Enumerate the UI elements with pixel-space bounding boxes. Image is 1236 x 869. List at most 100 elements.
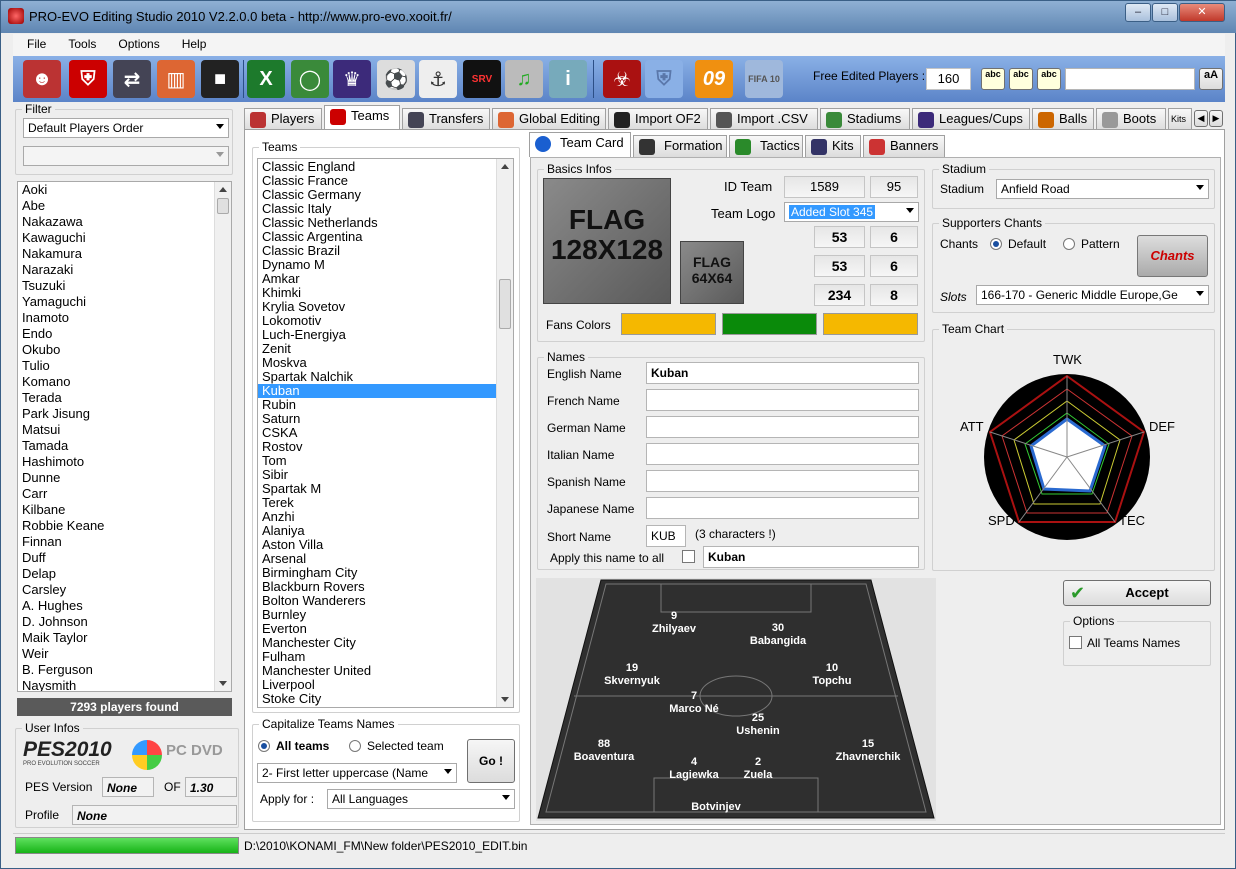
list-item[interactable]: Tulio [18,358,231,374]
server-tool-icon[interactable]: SRV [463,60,501,98]
music-tool-icon[interactable]: ♫ [505,60,543,98]
player-marker-name[interactable]: Zhilyaev [629,623,719,635]
tab-players[interactable]: Players [244,108,322,130]
fan-color-3-swatch[interactable] [823,313,918,335]
value-box-3[interactable]: 53 [814,255,865,277]
german-name-input[interactable] [646,416,919,438]
apply-for-select[interactable]: All Languages [327,789,515,809]
fan-color-2-swatch[interactable] [722,313,817,335]
list-item[interactable]: Yamaguchi [18,294,231,310]
excel-tool-icon[interactable]: X [247,60,285,98]
list-item[interactable]: Classic Netherlands [258,216,513,230]
list-item[interactable]: Hashimoto [18,454,231,470]
shield-tool-icon[interactable]: ⛨ [645,60,683,98]
list-item[interactable]: Naysmith [18,678,231,691]
list-item[interactable]: Arsenal [258,552,513,566]
list-item[interactable]: Bolton Wanderers [258,594,513,608]
chants-default-radio[interactable] [990,238,1002,250]
list-item[interactable]: Terada [18,390,231,406]
list-item[interactable]: Luch-Energiya [258,328,513,342]
player-marker-name[interactable]: Babangida [733,635,823,647]
ball-tool-icon[interactable]: ⚽ [377,60,415,98]
list-item[interactable]: Saturn [258,412,513,426]
subtab-formation[interactable]: Formation [633,135,727,157]
maximize-button[interactable]: □ [1152,3,1178,22]
abc-upper-button[interactable]: abc [1037,68,1061,90]
flag-large-image[interactable]: FLAG 128X128 [543,178,671,304]
tab-balls[interactable]: Balls [1032,108,1094,130]
list-item[interactable]: Terek [258,496,513,510]
list-item[interactable]: Dynamo M [258,258,513,272]
list-item[interactable]: Burnley [258,608,513,622]
list-item[interactable]: Carsley [18,582,231,598]
tab-kits-partial[interactable]: Kits [1168,108,1192,130]
list-item[interactable]: Duff [18,550,231,566]
all-teams-names-checkbox[interactable] [1069,636,1082,649]
close-button[interactable]: ✕ [1179,3,1225,22]
tab-global-editing[interactable]: Global Editing [492,108,606,130]
stadium-select[interactable]: Anfield Road [996,179,1209,199]
list-item[interactable]: Tamada [18,438,231,454]
boots-tool-icon[interactable]: ⚓ [419,60,457,98]
tab-stadiums[interactable]: Stadiums [820,108,910,130]
stadium-tool-icon[interactable]: ◯ [291,60,329,98]
pes09-tool-icon[interactable]: 09 [695,60,733,98]
list-item[interactable]: Tsuzuki [18,278,231,294]
menu-file[interactable]: File [13,34,54,51]
list-item[interactable]: Classic Germany [258,188,513,202]
list-item[interactable]: Delap [18,566,231,582]
apply-name-all-input[interactable]: Kuban [703,546,919,568]
player-marker-name[interactable]: Zuela [713,769,803,781]
list-item[interactable]: Endo [18,326,231,342]
fifa10-tool-icon[interactable]: FIFA 10 [745,60,783,98]
selected-team-radio[interactable] [349,740,361,752]
list-item[interactable]: Park Jisung [18,406,231,422]
league-tool-icon[interactable]: ♛ [333,60,371,98]
english-name-input[interactable]: Kuban [646,362,919,384]
list-item[interactable]: Rubin [258,398,513,412]
list-item[interactable]: Carr [18,486,231,502]
player-order-select[interactable]: Default Players Order [23,118,229,138]
value-box-5[interactable]: 234 [814,284,865,306]
accept-button[interactable]: ✔ Accept [1063,580,1211,606]
list-item[interactable]: Komano [18,374,231,390]
list-item[interactable]: Stoke City [258,692,513,706]
list-item[interactable]: Classic England [258,160,513,174]
list-item[interactable]: Manchester City [258,636,513,650]
subtab-kits[interactable]: Kits [805,135,861,157]
list-item[interactable]: Amkar [258,272,513,286]
list-item[interactable]: D. Johnson [18,614,231,630]
list-item[interactable]: Sibir [258,468,513,482]
list-item[interactable]: Rostov [258,440,513,454]
all-teams-radio[interactable] [258,740,270,752]
emblem-tool-icon[interactable]: ☣ [603,60,641,98]
list-item[interactable]: Krylia Sovetov [258,300,513,314]
player-marker-name[interactable]: Botvinjev [671,801,761,813]
list-item[interactable]: Classic Italy [258,202,513,216]
value-box-4[interactable]: 6 [870,255,918,277]
go-button[interactable]: Go ! [467,739,515,783]
list-item[interactable]: Classic Argentina [258,230,513,244]
list-item[interactable]: Maik Taylor [18,630,231,646]
search-input[interactable] [1065,68,1195,90]
scroll-thumb[interactable] [217,198,229,214]
list-item[interactable]: Anzhi [258,510,513,524]
short-name-input[interactable]: KUB [646,525,686,547]
tabs-scroll-right-button[interactable]: ▶ [1209,110,1223,127]
value-box-2[interactable]: 6 [870,226,918,248]
menu-help[interactable]: Help [168,34,215,51]
list-item[interactable]: Spartak Nalchik [258,370,513,384]
list-item[interactable]: Finnan [18,534,231,550]
chants-pattern-radio[interactable] [1063,238,1075,250]
players-list[interactable]: Aoki Abe Nakazawa Kawaguchi Nakamura Narazaki… [17,181,232,692]
list-item[interactable]: Everton [258,622,513,636]
window-tool-icon[interactable]: ■ [201,60,239,98]
players-tool-icon[interactable]: ☻ [23,60,61,98]
list-item[interactable]: Manchester United [258,664,513,678]
list-item[interactable]: Okubo [18,342,231,358]
player-marker-name[interactable]: Ushenin [713,725,803,737]
teams-tool-icon[interactable]: ⛨ [69,60,107,98]
case-toggle-button[interactable]: aA [1199,68,1223,90]
database-info-icon[interactable]: i [549,60,587,98]
tab-boots[interactable]: Boots [1096,108,1166,130]
